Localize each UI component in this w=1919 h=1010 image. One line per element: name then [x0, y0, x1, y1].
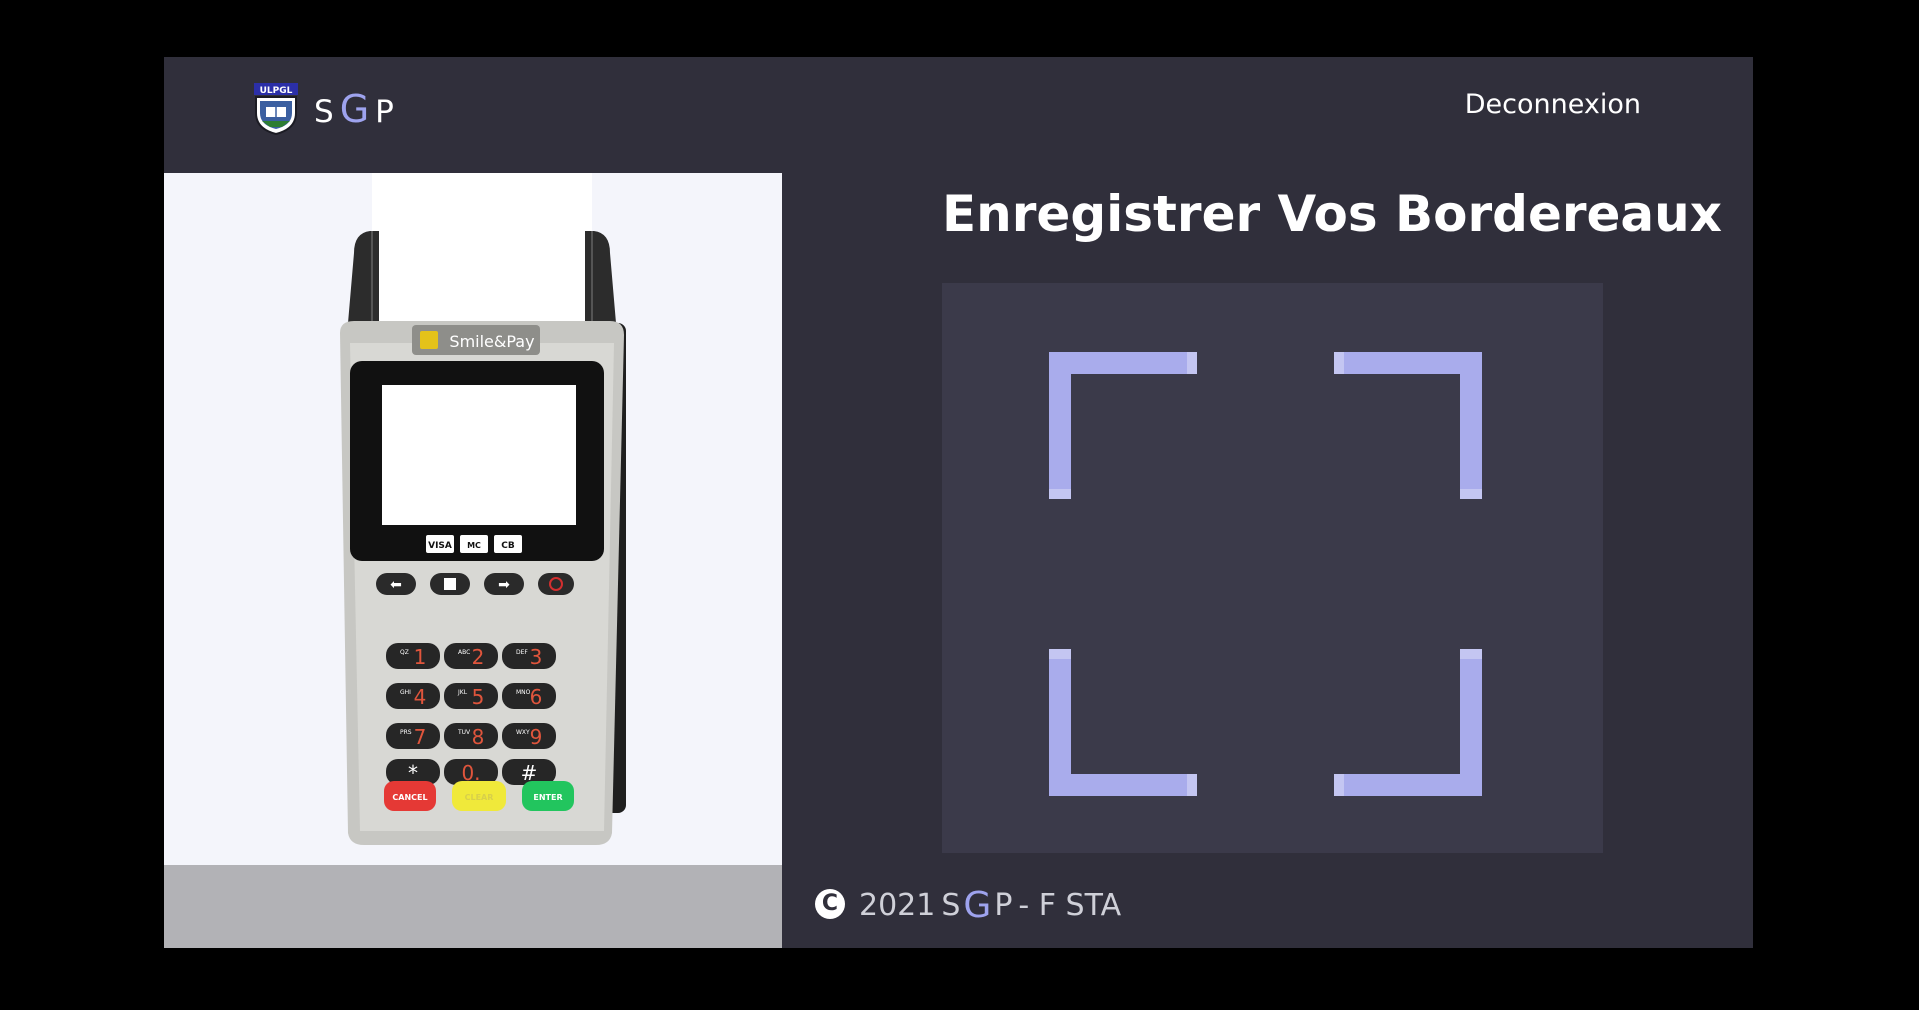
keypad-key-letters: PRS [400, 729, 412, 736]
clear-key-label: CLEAR [465, 793, 494, 802]
keypad-key-label: 1 [414, 645, 427, 669]
payment-terminal-image: Smile&Pay VISA MC CB ⬅ ➡ 1 QZ 2 ABC 3 DEF 4 GHI… [164, 173, 782, 948]
app-window: ULPGL S G P Deconnexion Smile&Pay VISA M… [164, 57, 1753, 948]
terminal-brand-label: Smile&Pay [449, 332, 534, 351]
keypad-key-letters: QZ [400, 649, 409, 656]
keypad-key-letters: JKL [457, 689, 468, 696]
payment-terminal-illustration: Smile&Pay VISA MC CB ⬅ ➡ 1 QZ 2ABC 3DEF 4GHI… [340, 173, 626, 845]
keypad-key-label: 2 [472, 645, 485, 669]
keypad-key-letters: MNO [516, 689, 531, 696]
footer: C 2021 S G P - F STA [815, 885, 1121, 926]
university-logo-icon: ULPGL [254, 83, 298, 135]
keypad-key-letters: GHI [400, 689, 411, 696]
footer-suffix: - F STA [1018, 888, 1122, 923]
copyright-icon: C [815, 888, 845, 919]
footer-brand-s: S [941, 888, 961, 923]
footer-brand-g: G [963, 885, 992, 926]
logout-link[interactable]: Deconnexion [1465, 89, 1641, 120]
scan-frame-icon [1049, 352, 1482, 796]
card-logo-visa: VISA [428, 541, 452, 551]
keypad-key-label: 3 [530, 645, 543, 669]
keypad-key-letters: DEF [516, 649, 528, 656]
keypad-key-label: 4 [414, 685, 427, 709]
cancel-key-label: CANCEL [392, 793, 427, 802]
footer-year: 2021 [859, 888, 936, 923]
svg-text:⬅: ⬅ [390, 576, 402, 592]
brand-letter-g: G [339, 87, 372, 131]
keypad-key-label: 5 [472, 685, 485, 709]
svg-text:➡: ➡ [498, 576, 510, 592]
keypad-key-label: 7 [414, 725, 427, 749]
enter-key-label: ENTER [533, 793, 562, 802]
footer-brand-p: P [994, 888, 1013, 923]
brand-letter-s: S [314, 94, 336, 130]
page-title: Enregistrer Vos Bordereaux [942, 185, 1723, 243]
logo-text: ULPGL [260, 86, 293, 96]
card-logo-cb: CB [501, 541, 515, 551]
card-logo-mastercard: MC [467, 541, 481, 550]
brand-home-link[interactable]: ULPGL S G P [252, 83, 396, 135]
header: ULPGL S G P Deconnexion [164, 57, 1753, 173]
keypad-key-label: 8 [472, 725, 485, 749]
keypad-key-letters: WXY [516, 729, 530, 736]
scan-area[interactable] [942, 283, 1603, 853]
keypad-key-letters: ABC [458, 649, 470, 656]
keypad-key-label: 9 [530, 725, 543, 749]
brand-letter-p: P [375, 94, 396, 130]
keypad-key-label: 6 [530, 685, 543, 709]
keypad-key-letters: TUV [457, 729, 471, 736]
